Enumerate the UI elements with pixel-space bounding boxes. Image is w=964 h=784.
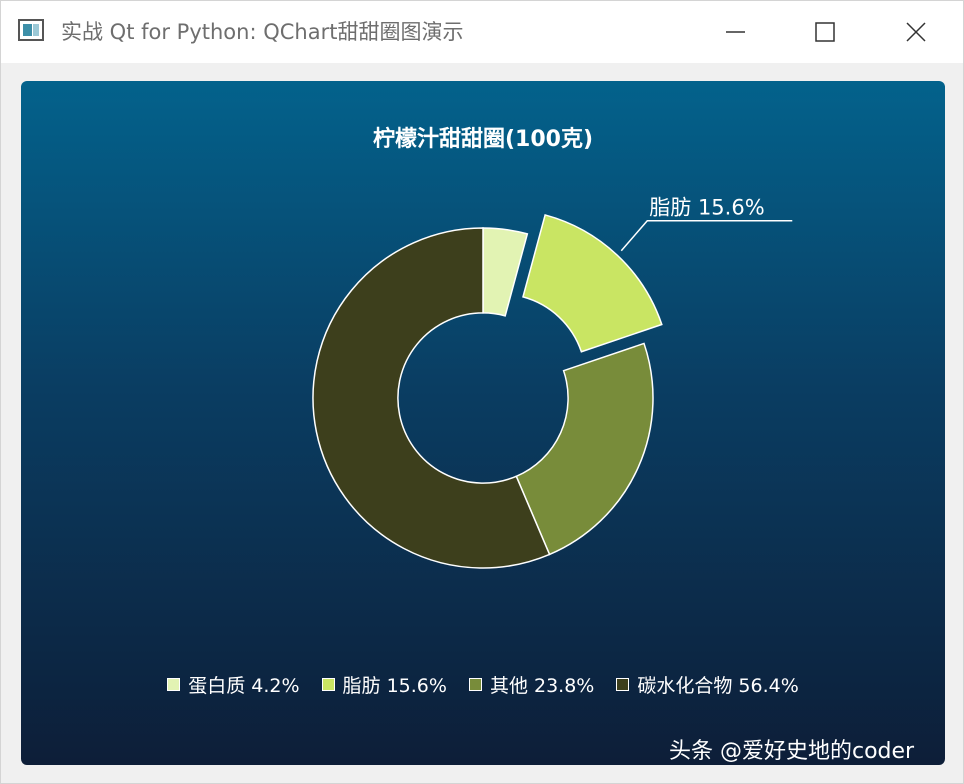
close-button[interactable] xyxy=(893,9,939,55)
legend-label: 脂肪 15.6% xyxy=(342,675,447,697)
donut-chart: 脂肪 15.6% xyxy=(312,196,793,569)
legend-swatch xyxy=(167,678,181,691)
title-bar[interactable]: 实战 Qt for Python: QChart甜甜圈图演示 xyxy=(1,1,963,63)
legend-swatch xyxy=(321,678,335,691)
legend-swatch xyxy=(468,678,482,691)
app-icon xyxy=(18,19,44,41)
window-title: 实战 Qt for Python: QChart甜甜圈图演示 xyxy=(61,20,464,44)
legend-label: 其他 23.8% xyxy=(489,675,595,697)
watermark-text: 头条 @爱好史地的coder xyxy=(669,739,915,764)
legend-item-1[interactable]: 脂肪 15.6% xyxy=(321,671,447,698)
chart-legend: 蛋白质 4.2% 脂肪 15.6% 其他 23.8% 碳水化合物 56.4% xyxy=(21,671,945,698)
app-window: 实战 Qt for Python: QChart甜甜圈图演示 柠檬汁甜甜圈(10… xyxy=(0,0,964,784)
minimize-button[interactable] xyxy=(714,9,760,55)
legend-label: 碳水化合物 56.4% xyxy=(637,675,799,697)
slice-label: 脂肪 15.6% xyxy=(649,196,764,220)
legend-label: 蛋白质 4.2% xyxy=(188,675,300,697)
legend-swatch xyxy=(616,678,630,691)
legend-item-0[interactable]: 蛋白质 4.2% xyxy=(167,671,300,698)
legend-item-2[interactable]: 其他 23.8% xyxy=(468,671,595,698)
donut-slice-0[interactable] xyxy=(482,227,529,317)
close-icon xyxy=(906,22,926,42)
minimize-icon xyxy=(726,31,745,33)
donut-slice-1[interactable] xyxy=(522,214,663,353)
legend-item-3[interactable]: 碳水化合物 56.4% xyxy=(616,671,799,698)
chart-view: 柠檬汁甜甜圈(100克) 脂肪 15.6% 蛋白质 4.2% 脂肪 15.6% 其他… xyxy=(21,81,945,765)
maximize-button[interactable] xyxy=(802,9,848,55)
slice-label-line xyxy=(620,219,793,252)
maximize-icon xyxy=(815,22,835,42)
